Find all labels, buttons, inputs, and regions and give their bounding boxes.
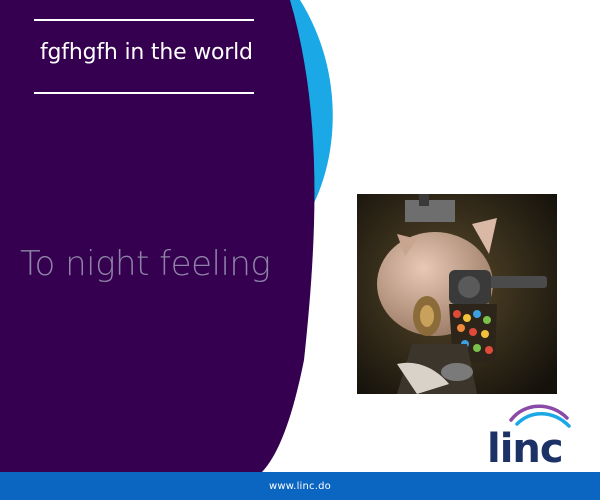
headline-bottom-rule: [34, 92, 254, 94]
tagline: To night feeling: [20, 244, 271, 284]
purple-panel-shape: [0, 0, 315, 472]
headline: fgfhgfh in the world: [40, 40, 253, 65]
headline-top-rule: [34, 19, 254, 21]
logo-arc-blue-icon: [515, 412, 571, 428]
linc-logo: linc: [487, 404, 571, 468]
surreal-artwork-image: [357, 194, 557, 394]
ad-banner: fgfhgfh in the world To night feeling li…: [0, 0, 600, 500]
footer-url-link[interactable]: www.linc.do: [269, 481, 331, 492]
artwork-illustration: [357, 194, 557, 394]
logo-wordmark: linc: [487, 426, 563, 468]
footer-bar: www.linc.do: [0, 472, 600, 500]
